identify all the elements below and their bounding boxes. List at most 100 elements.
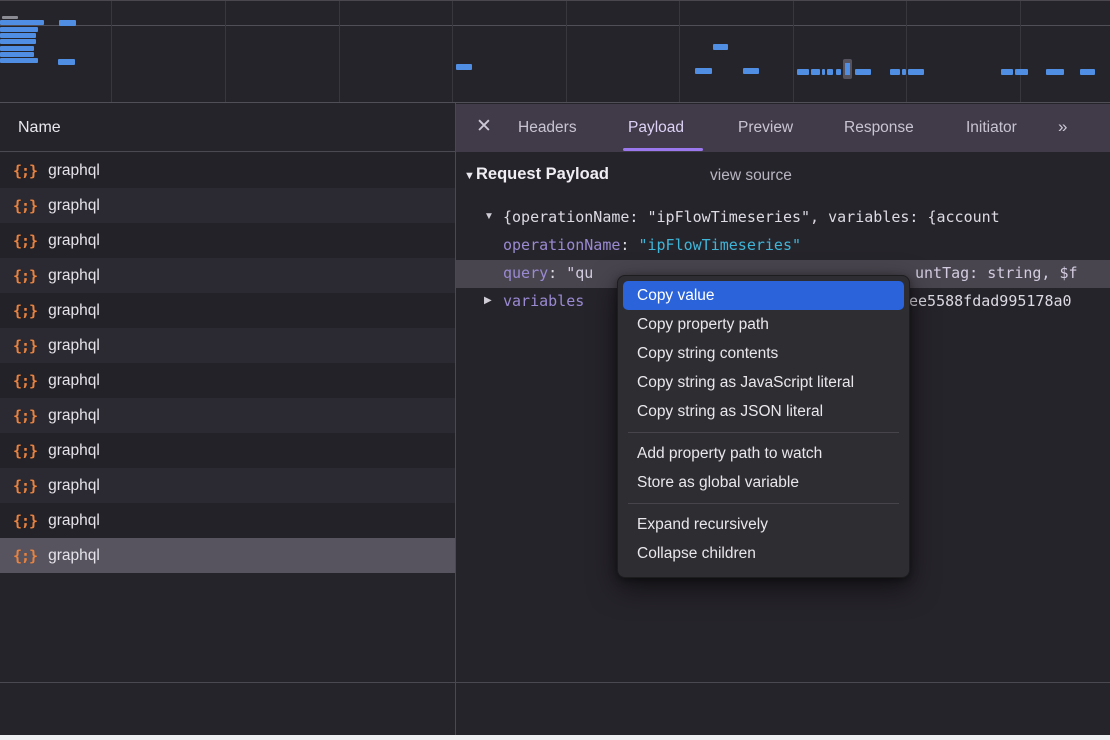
request-name: graphql bbox=[48, 477, 100, 495]
overview-gridline bbox=[793, 1, 794, 102]
property-key: variables bbox=[503, 292, 584, 310]
panel-divider[interactable] bbox=[455, 103, 456, 735]
menu-item-expand-recursively[interactable]: Expand recursively bbox=[623, 510, 904, 539]
overview-bar bbox=[1015, 69, 1028, 75]
overview-bar bbox=[1080, 69, 1095, 75]
json-request-icon: {;} bbox=[13, 337, 37, 355]
json-request-icon: {;} bbox=[13, 547, 37, 565]
section-title: Request Payload bbox=[476, 165, 609, 184]
overview-bar bbox=[1001, 69, 1013, 75]
overview-bar bbox=[0, 20, 44, 25]
overview-bar bbox=[713, 44, 728, 50]
overview-bar bbox=[0, 27, 38, 32]
overview-bar bbox=[695, 68, 712, 74]
close-icon[interactable]: ✕ bbox=[473, 116, 495, 138]
property-key: query bbox=[503, 264, 548, 282]
overview-gridline bbox=[679, 1, 680, 102]
menu-item-copy-string-json-literal[interactable]: Copy string as JSON literal bbox=[623, 397, 904, 426]
overview-gridline bbox=[452, 1, 453, 102]
json-request-icon: {;} bbox=[13, 302, 37, 320]
overview-gridline bbox=[225, 1, 226, 102]
payload-root-row[interactable]: ▼ {operationName: "ipFlowTimeseries", va… bbox=[456, 204, 1110, 232]
request-payload-section-header[interactable]: ▼ Request Payload view source bbox=[456, 164, 1110, 192]
request-name: graphql bbox=[48, 372, 100, 390]
table-row[interactable]: {;} graphql bbox=[0, 153, 455, 188]
network-overview-timeline[interactable] bbox=[0, 0, 1110, 103]
json-request-icon: {;} bbox=[13, 232, 37, 250]
property-value-right: ee5588fdad995178a0 bbox=[909, 292, 1072, 310]
menu-item-store-as-global-variable[interactable]: Store as global variable bbox=[623, 468, 904, 497]
menu-item-copy-property-path[interactable]: Copy property path bbox=[623, 310, 904, 339]
tab-initiator[interactable]: Initiator bbox=[966, 104, 1017, 152]
overview-bar bbox=[827, 69, 833, 75]
table-row[interactable]: {;} graphql bbox=[0, 258, 455, 293]
menu-divider bbox=[628, 503, 899, 504]
overview-gridline bbox=[0, 25, 1110, 26]
table-row[interactable]: {;} graphql bbox=[0, 363, 455, 398]
table-row[interactable]: {;} graphql bbox=[0, 188, 455, 223]
selected-tab-indicator bbox=[623, 148, 703, 151]
object-preview-text: {operationName: "ipFlowTimeseries", vari… bbox=[503, 208, 1000, 226]
overview-bar bbox=[1046, 69, 1064, 75]
json-request-icon: {;} bbox=[13, 162, 37, 180]
request-name: graphql bbox=[48, 512, 100, 530]
request-name: graphql bbox=[48, 442, 100, 460]
overview-bar bbox=[902, 69, 906, 75]
overview-gridline bbox=[1020, 1, 1021, 102]
menu-item-copy-string-js-literal[interactable]: Copy string as JavaScript literal bbox=[623, 368, 904, 397]
overview-bar bbox=[0, 52, 34, 57]
menu-item-add-property-path-to-watch[interactable]: Add property path to watch bbox=[623, 439, 904, 468]
request-name: graphql bbox=[48, 267, 100, 285]
tab-response[interactable]: Response bbox=[844, 104, 914, 152]
overview-bar bbox=[0, 58, 38, 63]
tab-payload[interactable]: Payload bbox=[628, 104, 684, 152]
view-source-link[interactable]: view source bbox=[710, 167, 792, 185]
overview-bar bbox=[797, 69, 809, 75]
expand-triangle-icon[interactable]: ▶ bbox=[484, 295, 492, 306]
table-row[interactable]: {;}graphql bbox=[0, 398, 455, 433]
overview-gridline bbox=[906, 1, 907, 102]
menu-item-copy-value[interactable]: Copy value bbox=[623, 281, 904, 310]
overview-bar bbox=[456, 64, 472, 70]
overview-bar bbox=[0, 33, 36, 38]
json-request-icon: {;} bbox=[13, 442, 37, 460]
detail-tabbar: ✕ Headers Payload Preview Response Initi… bbox=[456, 104, 1110, 152]
payload-row-operation-name[interactable]: operationName: "ipFlowTimeseries" bbox=[456, 232, 1110, 260]
overview-bar bbox=[2, 16, 18, 19]
overview-bar bbox=[59, 20, 76, 26]
tab-headers[interactable]: Headers bbox=[518, 104, 577, 152]
overview-bar bbox=[0, 46, 34, 51]
table-row[interactable]: {;}graphql bbox=[0, 538, 455, 573]
menu-item-copy-string-contents[interactable]: Copy string contents bbox=[623, 339, 904, 368]
overview-bar bbox=[836, 69, 841, 75]
request-name: graphql bbox=[48, 197, 100, 215]
collapse-triangle-icon[interactable]: ▼ bbox=[464, 170, 475, 182]
overview-bar bbox=[822, 69, 825, 75]
property-value-right: untTag: string, $f bbox=[915, 264, 1078, 282]
request-name: graphql bbox=[48, 232, 100, 250]
table-row[interactable]: {;} graphql bbox=[0, 328, 455, 363]
menu-divider bbox=[628, 432, 899, 433]
table-row[interactable]: {;} graphql bbox=[0, 433, 455, 468]
table-row[interactable]: {;}graphql bbox=[0, 293, 455, 328]
request-name: graphql bbox=[48, 337, 100, 355]
json-request-icon: {;} bbox=[13, 512, 37, 530]
table-row[interactable]: {;} graphql bbox=[0, 503, 455, 538]
table-row[interactable]: {;}graphql bbox=[0, 468, 455, 503]
property-key: operationName bbox=[503, 236, 620, 254]
json-request-icon: {;} bbox=[13, 197, 37, 215]
collapse-triangle-icon[interactable]: ▼ bbox=[484, 211, 494, 222]
overview-bar bbox=[58, 59, 75, 65]
footer-divider bbox=[0, 682, 1110, 683]
overview-bar bbox=[908, 69, 924, 75]
tab-preview[interactable]: Preview bbox=[738, 104, 793, 152]
menu-item-collapse-children[interactable]: Collapse children bbox=[623, 539, 904, 568]
json-request-icon: {;} bbox=[13, 267, 37, 285]
column-header-name[interactable]: Name bbox=[0, 104, 455, 152]
table-row[interactable]: {;} graphql bbox=[0, 223, 455, 258]
window-bottom-edge bbox=[0, 735, 1110, 740]
request-name: graphql bbox=[48, 162, 100, 180]
overview-gridline bbox=[111, 1, 112, 102]
json-request-icon: {;} bbox=[13, 372, 37, 390]
more-tabs-icon[interactable]: » bbox=[1058, 104, 1064, 152]
